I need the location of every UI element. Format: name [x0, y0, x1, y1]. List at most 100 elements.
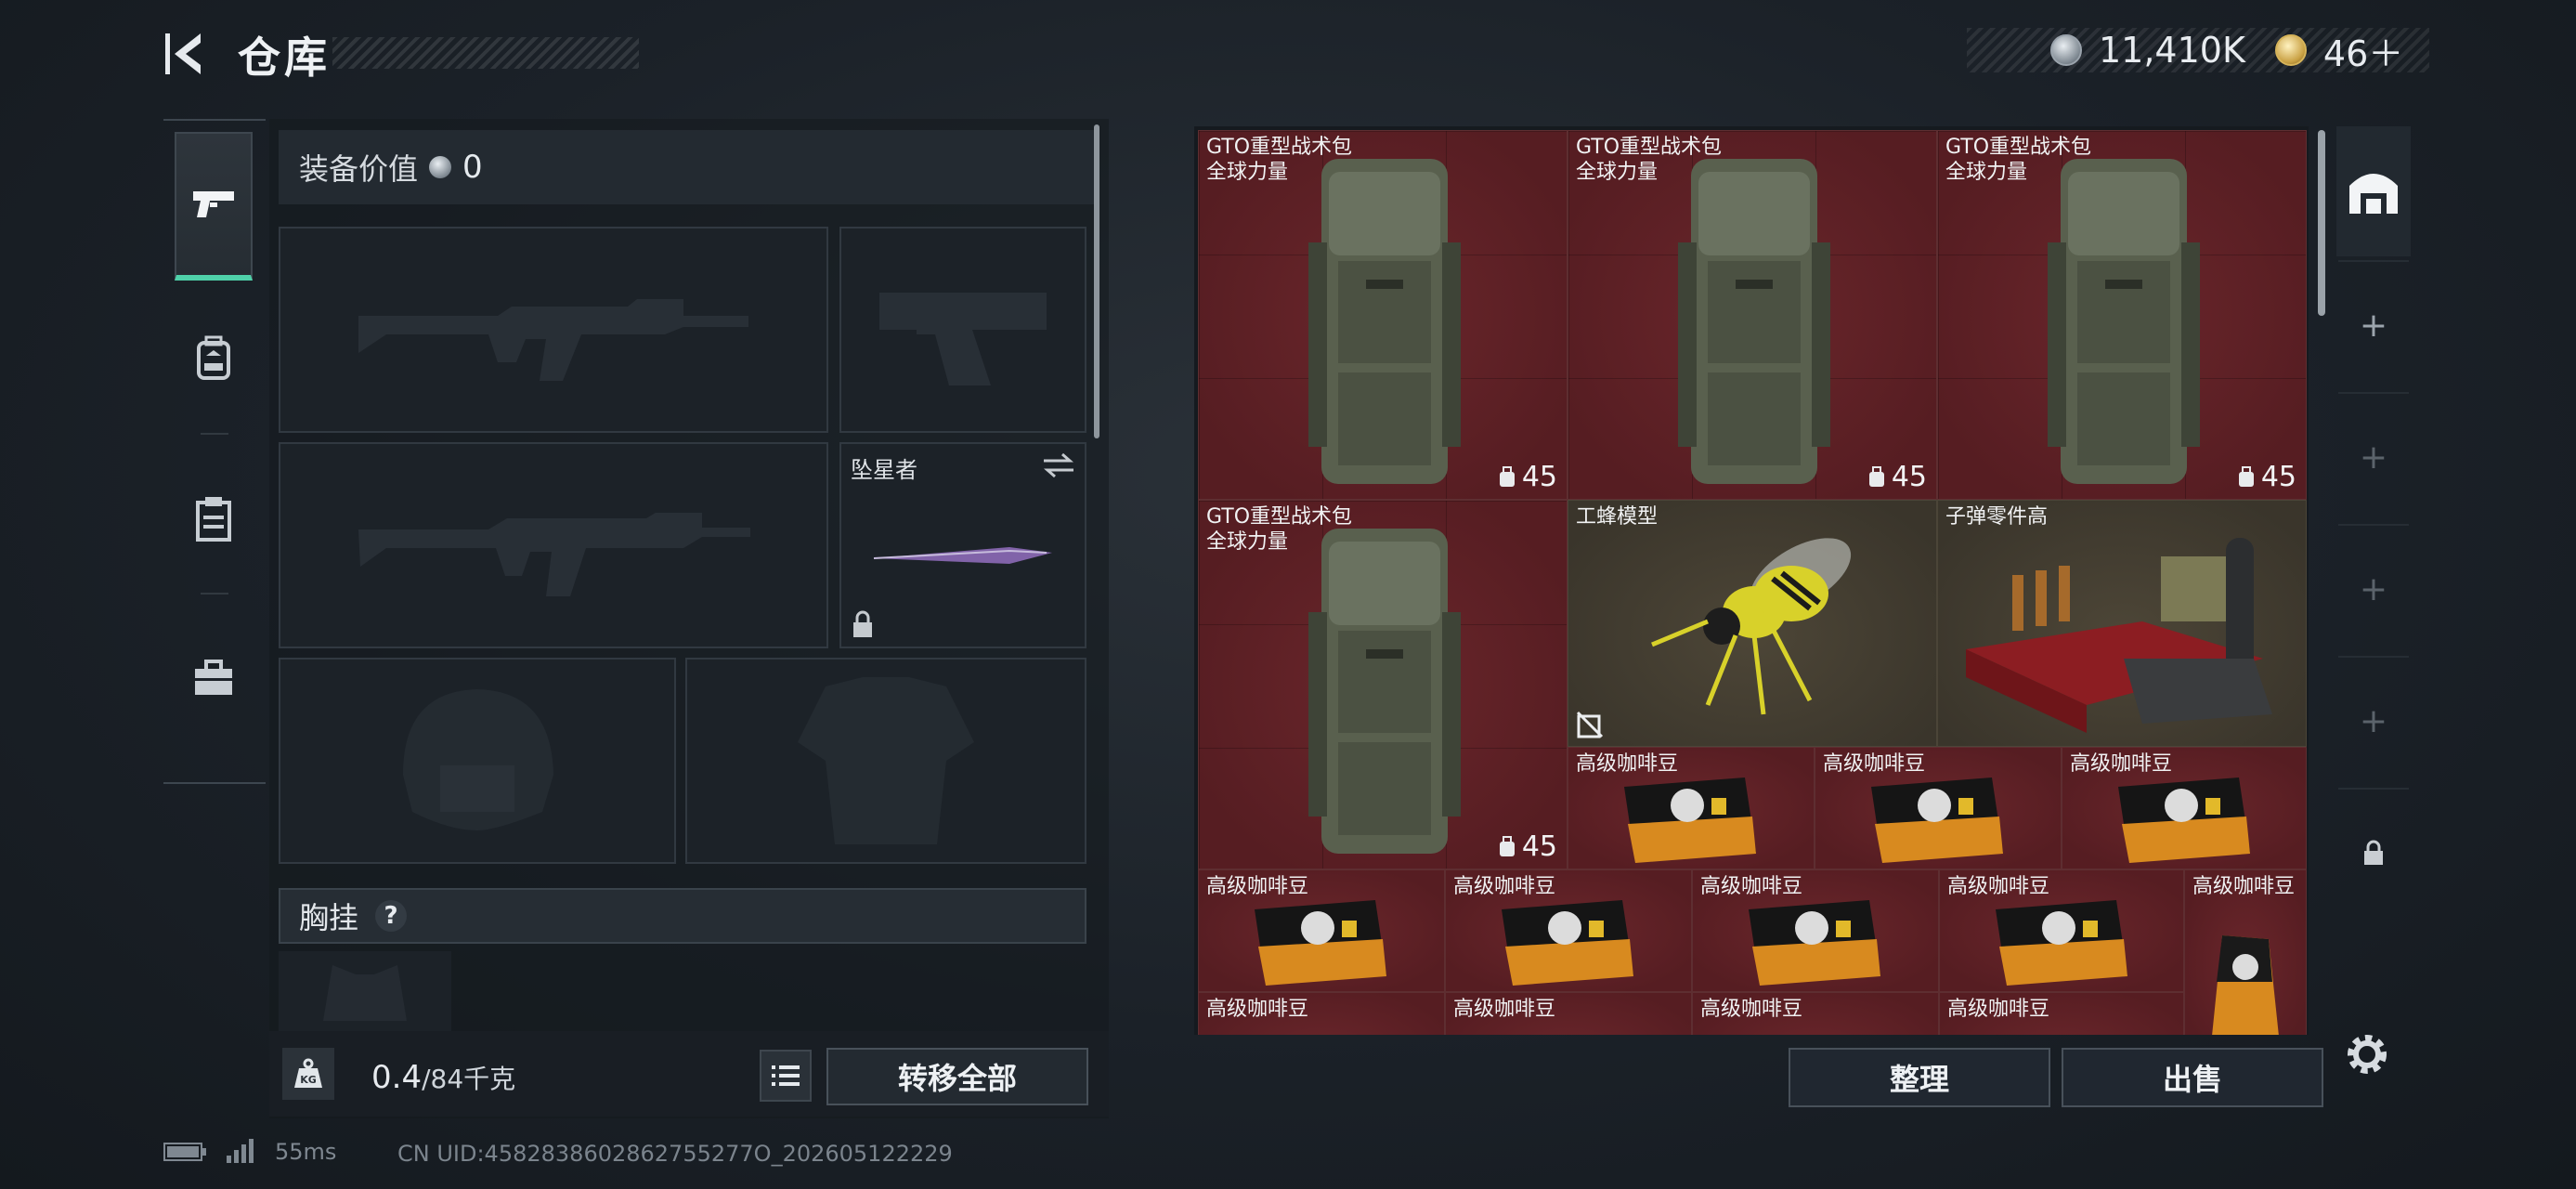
- item-name: 高级咖啡豆: [1206, 998, 1309, 1021]
- item-count: 45: [1867, 461, 1927, 493]
- pistol-icon: [193, 191, 234, 217]
- item-name: 高级咖啡豆: [1453, 875, 1556, 898]
- capacity-icon: [1868, 465, 1884, 487]
- item-name: 高级咖啡豆: [1576, 752, 1679, 776]
- clipboard-icon: [196, 497, 231, 542]
- item-name: GTO重型战术包: [1206, 505, 1353, 529]
- chest-rig-slot[interactable]: [279, 951, 451, 1035]
- storage-scrollbar[interactable]: [2318, 130, 2325, 316]
- tab-add-storage[interactable]: +: [2336, 392, 2411, 522]
- storage-item-coffee[interactable]: 高级咖啡豆: [2184, 869, 2307, 1035]
- storage-item-coffee[interactable]: 高级咖啡豆: [2062, 747, 2307, 869]
- storage-item-coffee[interactable]: 高级咖啡豆: [1445, 992, 1692, 1035]
- status-bar: 55ms: [163, 1139, 336, 1165]
- coffee-bag-art: [1502, 900, 1633, 986]
- toolbox-icon: [195, 660, 232, 695]
- coin-icon: [429, 156, 452, 178]
- armor-slot[interactable]: [685, 658, 1086, 864]
- item-brand: 全球力量: [1945, 161, 2028, 184]
- storage-item-coffee[interactable]: 高级咖啡豆: [1568, 747, 1815, 869]
- tab-add-storage[interactable]: +: [2336, 260, 2411, 390]
- nav-divider: [201, 433, 228, 435]
- help-icon[interactable]: ?: [375, 900, 408, 932]
- item-name: 高级咖啡豆: [1206, 875, 1309, 898]
- tab-backpack[interactable]: [175, 303, 253, 414]
- sort-button[interactable]: 整理: [1789, 1048, 2050, 1107]
- tab-storage-main[interactable]: [2336, 126, 2411, 256]
- coin-icon: [2050, 34, 2082, 66]
- item-name: GTO重型战术包: [1206, 136, 1353, 159]
- storage-item-coffee[interactable]: 高级咖啡豆: [1445, 869, 1692, 992]
- item-name: 高级咖啡豆: [2070, 752, 2173, 776]
- unsellable-icon: [1576, 711, 1604, 738]
- capacity-icon: [2238, 465, 2254, 487]
- helmet-slot[interactable]: [279, 658, 676, 864]
- tab-weapons[interactable]: [175, 132, 253, 281]
- storage-item-backpack[interactable]: GTO重型战术包 全球力量 45: [1568, 130, 1937, 500]
- tab-add-storage[interactable]: +: [2336, 656, 2411, 786]
- storage-item-coffee[interactable]: 高级咖啡豆: [1815, 747, 2062, 869]
- sell-button[interactable]: 出售: [2062, 1048, 2323, 1107]
- secondary-weapon-slot[interactable]: [839, 227, 1086, 433]
- user-uid: CN UID:4582838602862755277O_202605122229: [397, 1141, 953, 1167]
- weight-icon: KG: [282, 1048, 334, 1100]
- item-name: GTO重型战术包: [1945, 136, 2092, 159]
- lock-icon: [853, 610, 872, 637]
- storage-item-coffee[interactable]: 高级咖啡豆: [1939, 992, 2184, 1035]
- melee-slot[interactable]: 坠星者: [839, 442, 1086, 648]
- nav-divider: [201, 593, 228, 594]
- weight-current: 0.4: [371, 1059, 423, 1096]
- storage-item-coffee[interactable]: 高级咖啡豆: [1198, 869, 1445, 992]
- storage-item-backpack[interactable]: GTO重型战术包 全球力量 45: [1937, 130, 2307, 500]
- back-button[interactable]: [163, 28, 210, 80]
- storage-grid: GTO重型战术包 全球力量 45 GTO重型战术包 全球力量 45 GTO重型战…: [1194, 126, 2309, 1035]
- storage-item-backpack[interactable]: GTO重型战术包 全球力量 45: [1198, 130, 1568, 500]
- storage-item-coffee[interactable]: 高级咖啡豆: [1939, 869, 2184, 992]
- settings-gear-icon[interactable]: [2340, 1027, 2394, 1081]
- weight-max: /84千克: [422, 1064, 516, 1094]
- rifle-silhouette-icon: [358, 299, 748, 381]
- coffee-bag-art: [1996, 900, 2127, 986]
- transfer-all-button[interactable]: 转移全部: [826, 1048, 1088, 1105]
- signal-icon: [227, 1139, 254, 1163]
- primary-weapon-slot-2[interactable]: [279, 442, 828, 648]
- loadout-scrollbar[interactable]: [1094, 124, 1099, 438]
- plus-icon: +: [2359, 306, 2388, 345]
- title-decoration: [332, 37, 639, 69]
- swap-icon[interactable]: [1042, 451, 1075, 479]
- storage-item-backpack[interactable]: GTO重型战术包 全球力量 45: [1198, 500, 1568, 869]
- list-view-button[interactable]: [760, 1050, 812, 1102]
- item-brand: 全球力量: [1576, 161, 1659, 184]
- storage-item-bullet-parts[interactable]: 子弹零件高: [1937, 500, 2307, 747]
- item-name: 子弹零件高: [1945, 505, 2049, 529]
- coffee-bag-art: [1871, 777, 2003, 863]
- plus-icon: +: [2359, 569, 2388, 608]
- gold-amount[interactable]: 46＋: [2323, 25, 2403, 76]
- backpack-art: [2048, 159, 2200, 484]
- coffee-bag-art: [1749, 900, 1880, 986]
- back-arrow-icon: [165, 33, 201, 74]
- storage-item-coffee[interactable]: 高级咖啡豆: [1692, 869, 1939, 992]
- equip-value: 0: [462, 149, 483, 186]
- capacity-icon: [1499, 465, 1515, 487]
- item-name: 高级咖啡豆: [1700, 998, 1803, 1021]
- tab-locked-storage[interactable]: [2336, 788, 2411, 918]
- battery-icon: [163, 1143, 206, 1161]
- item-name: 高级咖啡豆: [1823, 752, 1926, 776]
- item-count: 45: [1498, 461, 1557, 493]
- category-nav: [163, 119, 266, 784]
- storage-item-coffee[interactable]: 高级咖啡豆: [1198, 992, 1445, 1035]
- coffee-bag-art: [1624, 777, 1756, 863]
- storage-item-coffee[interactable]: 高级咖啡豆: [1692, 992, 1939, 1035]
- helmet-silhouette-icon: [403, 689, 553, 830]
- tab-add-storage[interactable]: +: [2336, 524, 2411, 654]
- storage-item-bee-model[interactable]: 工蜂模型: [1568, 500, 1937, 747]
- item-name: 高级咖啡豆: [1947, 998, 2050, 1021]
- backpack-art: [1308, 159, 1461, 484]
- primary-weapon-slot[interactable]: [279, 227, 828, 433]
- weight-readout: 0.4/84千克: [371, 1059, 515, 1096]
- coffee-bag-art: [2212, 935, 2279, 1035]
- tab-chest-rig[interactable]: [175, 463, 253, 574]
- list-icon: [772, 1065, 800, 1086]
- tab-toolbox[interactable]: [175, 622, 253, 734]
